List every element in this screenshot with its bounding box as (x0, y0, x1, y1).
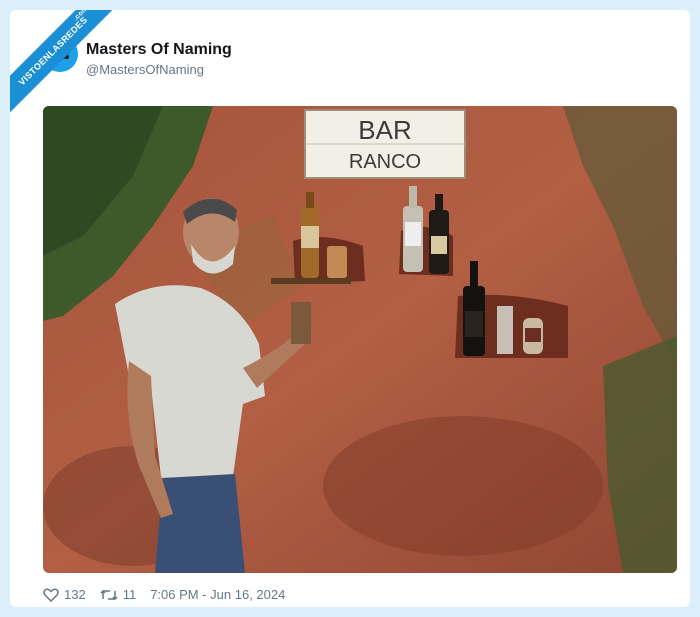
timestamp-text: 7:06 PM - Jun 16, 2024 (150, 587, 286, 602)
like-action[interactable]: 132 (43, 587, 86, 602)
retweet-count: 11 (122, 587, 137, 602)
site-ribbon[interactable]: VISTOENLASREDES .com (10, 10, 120, 120)
tweet-footer: 132 11 7:06 PM - Jun 16, 2024 (43, 587, 299, 602)
heart-icon (43, 588, 59, 602)
tweet-photo[interactable]: BAR RANCO (43, 106, 677, 573)
tweet-card: VISTOENLASREDES .com Masters Of Naming @M… (10, 10, 690, 607)
retweet-icon (100, 589, 118, 600)
tweet-timestamp[interactable]: 7:06 PM - Jun 16, 2024 (150, 587, 285, 602)
sign-line1: BAR (358, 115, 411, 145)
ribbon-label: VISTOENLASREDES .com (10, 10, 120, 120)
sign-line2: RANCO (349, 151, 421, 173)
retweet-action[interactable]: 11 (100, 587, 137, 602)
like-count: 132 (64, 587, 86, 602)
